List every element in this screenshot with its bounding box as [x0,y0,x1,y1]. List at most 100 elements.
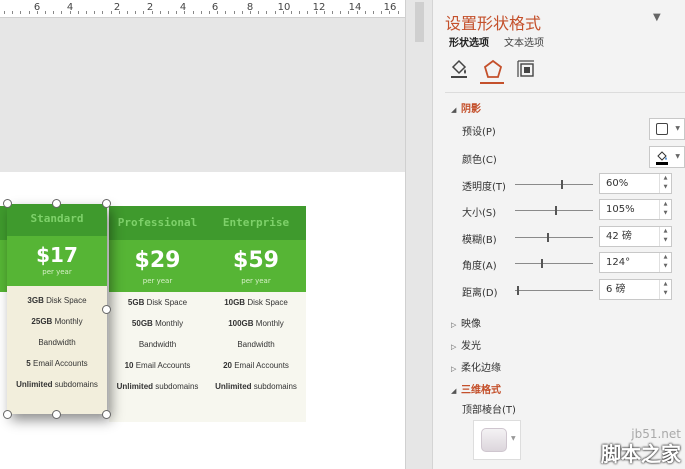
ruler-tick [4,11,5,14]
ruler-number: 4 [66,2,74,13]
feature-text: Disk Space [46,296,87,305]
active-tab-indicator [480,82,504,84]
tab-text-options[interactable]: 文本选项 [504,34,544,49]
spinner-arrows-icon[interactable]: ▲ ▼ [659,174,671,193]
price-period: per year [142,277,173,285]
plan-price-standard: $17 per year [7,236,107,286]
price-value: $29 [134,248,181,273]
resize-handle-top-right[interactable] [102,199,111,208]
ruler-tick [373,11,374,14]
ruler-tick [45,11,46,14]
resize-handle-bottom-left[interactable] [3,410,12,419]
shadow-preset-dropdown[interactable]: ▼ [649,118,685,140]
feature-amount: 5GB [127,298,145,307]
ruler-tick [332,11,333,14]
ruler-tick [159,11,161,14]
section-reflection[interactable]: ▷ 映像 [451,315,481,330]
ruler-number: 8 [246,2,254,13]
feature-line: 100GB Monthly [206,313,306,334]
format-shape-pane: 设置形状格式 ▼ 形状选项 文本选项 ◢ 阴影 预设(P) ▼ 颜色(C) ▼ 透… [432,0,685,469]
resize-handle-top[interactable] [52,199,61,208]
transparency-input[interactable]: 60% ▲ ▼ [599,173,672,194]
price-value: $59 [233,248,279,273]
section-shadow[interactable]: ◢ 阴影 [451,100,481,115]
spinner-arrows-icon[interactable]: ▲ ▼ [659,280,671,299]
section-3d-format[interactable]: ◢ 三维格式 [451,381,501,396]
size-slider[interactable] [515,206,593,215]
spinner-arrows-icon[interactable]: ▲ ▼ [659,227,671,246]
feature-line: 3GB Disk Space [7,290,107,311]
plan-features-standard: 3GB Disk Space 25GB Monthly Bandwidth 5 Ema… [7,286,107,395]
ruler-number: 2 [146,2,154,13]
slide-editing-area[interactable]: 6 4 2 2 4 6 8 10 12 14 16 Professional $29 per yea… [0,0,405,469]
plan-name-standard: Standard [7,204,107,236]
feature-line: Unlimited subdomains [109,376,206,397]
blur-slider[interactable] [515,233,593,242]
blur-label: 模糊(B) [462,235,497,246]
feature-line: 50GB Monthly [109,313,206,334]
feature-amount: Unlimited [16,380,53,389]
ruler-number: 14 [348,2,362,13]
slider-knob[interactable] [546,233,549,242]
blur-input[interactable]: 42 磅 ▲ ▼ [599,226,672,247]
feature-amount: 100GB [228,319,254,328]
section-glow[interactable]: ▷ 发光 [451,337,481,352]
tab-shape-options[interactable]: 形状选项 [449,34,489,49]
size-input[interactable]: 105% ▲ ▼ [599,199,672,220]
distance-slider[interactable] [515,286,593,295]
angle-slider[interactable] [515,259,593,268]
resize-handle-top-left[interactable] [3,199,12,208]
resize-handle-right[interactable] [102,305,111,314]
feature-text: Email Accounts [234,361,289,370]
slider-knob[interactable] [517,286,520,295]
fill-line-icon[interactable] [448,58,470,80]
ruler-number: 6 [211,2,219,13]
feature-text: Email Accounts [135,361,191,370]
size-label: 大小(S) [462,208,497,219]
bevel-swatch [481,428,507,452]
slider-knob[interactable] [554,206,557,215]
slider-knob[interactable] [540,259,543,268]
selected-shape-standard-card[interactable]: Standard $17 per year 3GB Disk Space 25GB… [7,204,107,414]
feature-text: subdomains [253,382,297,391]
angle-label: 角度(A) [462,261,497,272]
feature-line: Bandwidth [206,334,306,355]
resize-handle-bottom-right[interactable] [102,410,111,419]
ruler-tick [86,11,87,14]
feature-amount: 20 [223,361,232,370]
plan-name-professional: Professional [109,206,206,240]
feature-amount: 50GB [131,319,153,328]
angle-input[interactable]: 124° ▲ ▼ [599,252,672,273]
feature-text: Monthly [155,319,184,328]
distance-input[interactable]: 6 磅 ▲ ▼ [599,279,672,300]
effects-icon[interactable] [482,58,504,80]
section-soft-edges[interactable]: ▷ 柔化边缘 [451,359,501,374]
top-bevel-dropdown[interactable]: ▼ [473,420,521,460]
price-period: per year [42,268,72,276]
ruler-tick [12,11,14,14]
ruler-tick [168,11,169,14]
paint-bucket-icon [656,151,668,165]
slider-knob[interactable] [560,180,563,189]
ruler-tick [143,11,145,14]
ruler-tick [291,11,292,14]
vertical-scrollbar[interactable] [405,0,432,469]
scrollbar-thumb[interactable] [415,2,424,42]
spinner-arrows-icon[interactable]: ▲ ▼ [659,200,671,219]
shadow-color-dropdown[interactable]: ▼ [649,146,685,168]
size-properties-icon[interactable] [515,58,537,80]
ruler-tick [61,11,63,14]
pane-options-chevron-icon[interactable]: ▼ [653,12,661,23]
feature-text: Monthly [54,317,83,326]
resize-handle-bottom[interactable] [52,410,61,419]
plan-price-professional: $29 per year [109,240,206,292]
preset-label: 预设(P) [462,127,496,138]
ruler-number: 16 [383,2,397,13]
price-value: $17 [36,243,78,267]
ruler-tick [102,11,104,14]
spinner-arrows-icon[interactable]: ▲ ▼ [659,253,671,272]
feature-text: Monthly [255,319,284,328]
ruler-tick [225,11,227,14]
distance-label: 距离(D) [462,288,498,299]
transparency-slider[interactable] [515,180,593,189]
